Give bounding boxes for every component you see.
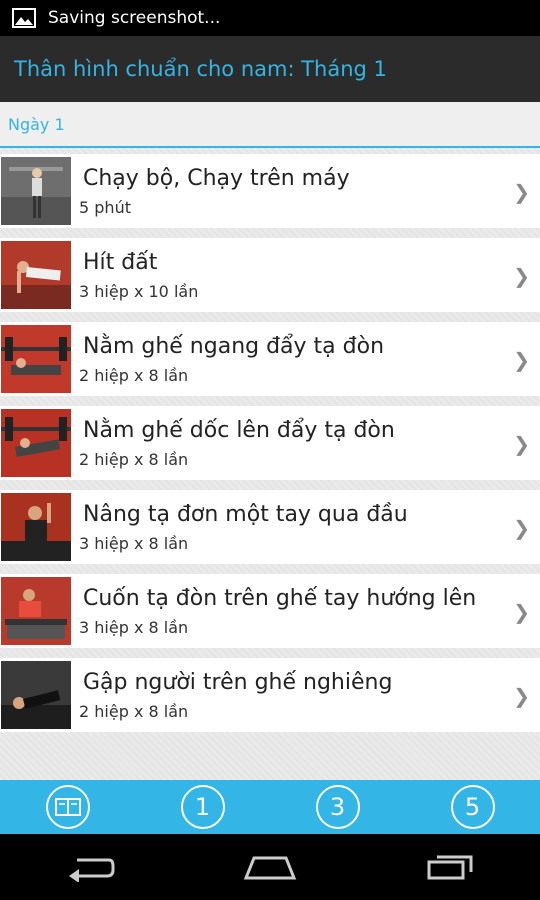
exercise-title: Nâng tạ đơn một tay qua đầu (83, 501, 408, 527)
book-icon (54, 798, 81, 816)
action-bar: Thân hình chuẩn cho nam: Tháng 1 (0, 36, 540, 102)
exercise-thumbnail (1, 157, 71, 225)
list-item[interactable]: Chạy bộ, Chạy trên máy 5 phút ❯ (0, 154, 540, 228)
chevron-right-icon: ❯ (513, 600, 530, 624)
home-icon (243, 856, 297, 880)
chevron-right-icon: ❯ (513, 684, 530, 708)
chevron-right-icon: ❯ (513, 516, 530, 540)
list-item[interactable]: Hít đất 3 hiệp x 10 lần ❯ (0, 238, 540, 312)
day-section-header: Ngày 1 (0, 102, 540, 148)
book-tab-button[interactable] (45, 785, 90, 829)
system-nav-bar (0, 834, 540, 900)
list-item[interactable]: Nâng tạ đơn một tay qua đầu 3 hiệp x 8 l… (0, 490, 540, 564)
exercise-title: Nằm ghế dốc lên đẩy tạ đòn (83, 417, 395, 443)
tab-5-button[interactable]: 5 (450, 785, 495, 829)
image-icon (12, 8, 36, 28)
exercise-list: Chạy bộ, Chạy trên máy 5 phút ❯ Hít đất … (0, 148, 540, 732)
exercise-title: Hít đất (83, 249, 158, 275)
list-item[interactable]: Gập người trên ghế nghiêng 2 hiệp x 8 lầ… (0, 658, 540, 732)
exercise-detail: 3 hiệp x 8 lần (79, 533, 189, 553)
bottom-tab-bar: 1 3 5 (0, 780, 540, 834)
exercise-detail: 2 hiệp x 8 lần (79, 365, 189, 385)
recent-apps-button[interactable] (420, 847, 480, 887)
chevron-right-icon: ❯ (513, 432, 530, 456)
exercise-thumbnail (1, 577, 71, 645)
exercise-thumbnail (1, 493, 71, 561)
status-text: Saving screenshot... (48, 8, 221, 28)
exercise-title: Gập người trên ghế nghiêng (83, 669, 393, 695)
exercise-thumbnail (1, 661, 71, 729)
chevron-right-icon: ❯ (513, 180, 530, 204)
exercise-thumbnail (1, 409, 71, 477)
exercise-thumbnail (1, 241, 71, 309)
exercise-title: Cuốn tạ đòn trên ghế tay hướng lên (83, 585, 477, 611)
list-item[interactable]: Cuốn tạ đòn trên ghế tay hướng lên 3 hiệ… (0, 574, 540, 648)
back-icon (69, 858, 115, 882)
exercise-detail: 2 hiệp x 8 lần (79, 449, 189, 469)
tab-1-button[interactable]: 1 (180, 785, 225, 829)
status-bar: Saving screenshot... (0, 0, 540, 36)
exercise-thumbnail (1, 325, 71, 393)
list-item[interactable]: Nằm ghế dốc lên đẩy tạ đòn 2 hiệp x 8 lầ… (0, 406, 540, 480)
content-area: Ngày 1 Chạy bộ, Chạy trên máy 5 phút ❯ H… (0, 102, 540, 780)
exercise-title: Nằm ghế ngang đẩy tạ đòn (83, 333, 385, 359)
day-label: Ngày 1 (8, 114, 65, 134)
exercise-detail: 3 hiệp x 10 lần (79, 281, 199, 301)
chevron-right-icon: ❯ (513, 264, 530, 288)
back-button[interactable] (60, 847, 120, 887)
recent-apps-icon (427, 855, 473, 880)
tab-3-button[interactable]: 3 (315, 785, 360, 829)
exercise-title: Chạy bộ, Chạy trên máy (83, 165, 350, 191)
exercise-detail: 3 hiệp x 8 lần (79, 617, 189, 637)
home-button[interactable] (240, 847, 300, 887)
chevron-right-icon: ❯ (513, 348, 530, 372)
exercise-detail: 5 phút (79, 197, 131, 217)
exercise-detail: 2 hiệp x 8 lần (79, 701, 189, 721)
list-item[interactable]: Nằm ghế ngang đẩy tạ đòn 2 hiệp x 8 lần … (0, 322, 540, 396)
page-title: Thân hình chuẩn cho nam: Tháng 1 (14, 57, 387, 81)
